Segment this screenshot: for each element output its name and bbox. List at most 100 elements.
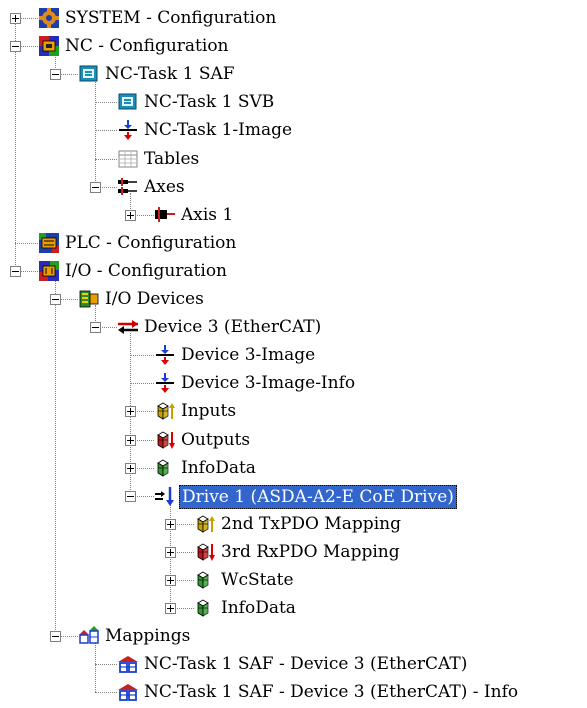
tree-item-label: NC-Task 1 SVB [144, 92, 275, 113]
plc-config-icon [38, 232, 60, 254]
tree-item-outputs[interactable]: Outputs [0, 427, 587, 453]
nc-config-icon [38, 35, 60, 57]
collapse-icon[interactable] [10, 265, 21, 277]
task-icon [78, 63, 100, 85]
tree-item-3rd-rxpdo-mapping[interactable]: 3rd RxPDO Mapping [0, 539, 587, 565]
outputs-icon [154, 429, 176, 451]
expand-icon[interactable] [165, 518, 176, 530]
image-icon [154, 372, 176, 394]
expand-icon[interactable] [125, 462, 136, 474]
tree-item-nc-task-1-saf[interactable]: NC-Task 1 SAF [0, 61, 587, 87]
tree-item-label: Drive 1 (ASDA-A2-E CoE Drive) [179, 484, 457, 509]
outputs-icon-svg [197, 543, 215, 561]
tree-item-label: Device 3-Image [181, 345, 316, 366]
inputs-icon [194, 513, 216, 535]
task-icon-svg [118, 93, 137, 110]
tree-item-label: NC-Task 1 SAF [105, 64, 235, 85]
collapse-icon[interactable] [125, 490, 136, 502]
image-icon-svg [156, 345, 174, 366]
tree-item-label: I/O Devices [105, 289, 204, 309]
collapse-icon[interactable] [10, 41, 21, 53]
tree-item-label: NC-Task 1 SAF - Device 3 (EtherCAT) [144, 654, 468, 675]
mappings-icon-svg [79, 626, 99, 644]
drive-icon-svg [155, 486, 174, 506]
expand-icon[interactable] [10, 13, 21, 24]
expand-icon[interactable] [165, 575, 176, 586]
image-icon [117, 119, 139, 141]
axis-icon-svg [155, 206, 175, 222]
tree-item-drive-1-asda-a2-e-coe-drive[interactable]: Drive 1 (ASDA-A2-E CoE Drive) [0, 483, 587, 509]
inputs-icon-svg [197, 515, 215, 533]
task-icon [117, 91, 139, 113]
collapse-icon[interactable] [50, 294, 61, 305]
tree-item-i-o-configuration[interactable]: I/O - Configuration [0, 258, 587, 284]
tree-item-axis-1[interactable]: Axis 1 [0, 202, 587, 228]
tree-item-device-3-image-info[interactable]: Device 3-Image-Info [0, 370, 587, 396]
mappings-icon [78, 625, 100, 647]
tree-item-nc-task-1-image[interactable]: NC-Task 1-Image [0, 117, 587, 143]
infodata-icon [194, 597, 216, 619]
outputs-icon [194, 541, 216, 563]
image-icon-svg [119, 120, 137, 141]
collapse-icon[interactable] [50, 69, 61, 81]
tree-item-nc-task-1-saf-device-3-ethercat-info[interactable]: NC-Task 1 SAF - Device 3 (EtherCAT) - In… [0, 679, 587, 705]
tree-item-label: 3rd RxPDO Mapping [221, 541, 400, 562]
tree-item-label: WcState [221, 570, 294, 590]
inputs-icon-svg [157, 402, 175, 421]
ethercat-device-icon-svg [118, 320, 138, 335]
tree-item-i-o-devices[interactable]: I/O Devices [0, 286, 587, 312]
axis-icon [154, 204, 176, 226]
mapping-icon [117, 681, 139, 703]
tree-item-label: I/O - Configuration [65, 260, 228, 281]
tree-item-label: Axes [144, 176, 185, 197]
tree-item-label: InfoData [181, 457, 256, 478]
tree-item-infodata[interactable]: InfoData [0, 595, 587, 621]
image-icon [154, 344, 176, 366]
io-devices-icon [78, 288, 100, 310]
tree-view: SYSTEM - Configuration NC - Configuratio… [0, 0, 587, 703]
mapping-icon [117, 653, 139, 675]
plc-config-icon-svg [39, 232, 59, 253]
image-icon-svg [156, 373, 174, 394]
inputs-icon [154, 400, 176, 422]
collapse-icon[interactable] [90, 322, 101, 334]
tree-item-label: NC-Task 1 SAF - Device 3 (EtherCAT) - In… [144, 682, 519, 703]
expand-icon[interactable] [165, 546, 176, 558]
tree-item-device-3-image[interactable]: Device 3-Image [0, 342, 587, 368]
mapping-icon-svg [118, 684, 138, 702]
collapse-icon[interactable] [50, 631, 61, 643]
io-config-icon [38, 260, 60, 282]
tree-item-label: SYSTEM - Configuration [65, 8, 277, 28]
tree-item-nc-task-1-svb[interactable]: NC-Task 1 SVB [0, 89, 587, 115]
tree-item-label: PLC - Configuration [65, 232, 237, 253]
axes-icon-svg [118, 177, 137, 195]
infodata-icon [194, 569, 216, 591]
tree-item-inputs[interactable]: Inputs [0, 398, 587, 424]
tree-item-mappings[interactable]: Mappings [0, 623, 587, 649]
mapping-icon-svg [118, 656, 138, 674]
tree-item-system-configuration[interactable]: SYSTEM - Configuration [0, 5, 587, 31]
tree-item-label: Outputs [181, 429, 251, 450]
tree-item-label: 2nd TxPDO Mapping [221, 513, 401, 534]
tree-item-label: Axis 1 [181, 204, 234, 225]
tree-item-infodata[interactable]: InfoData [0, 455, 587, 481]
tree-item-plc-configuration[interactable]: PLC - Configuration [0, 230, 587, 256]
tree-item-nc-configuration[interactable]: NC - Configuration [0, 33, 587, 59]
expand-icon[interactable] [125, 434, 136, 446]
system-config-icon [38, 7, 60, 29]
tree-item-wcstate[interactable]: WcState [0, 567, 587, 593]
tree-item-axes[interactable]: Axes [0, 174, 587, 200]
collapse-icon[interactable] [90, 181, 101, 193]
table-icon [117, 148, 139, 170]
tree-item-2nd-txpdo-mapping[interactable]: 2nd TxPDO Mapping [0, 511, 587, 537]
nc-config-icon-svg [39, 36, 59, 57]
task-icon-svg [79, 65, 98, 82]
tree-item-label: Inputs [181, 401, 237, 422]
tree-item-tables[interactable]: Tables [0, 146, 587, 172]
tree-item-device-3-ethercat[interactable]: Device 3 (EtherCAT) [0, 314, 587, 340]
expand-icon[interactable] [125, 406, 136, 418]
expand-icon[interactable] [125, 209, 136, 221]
outputs-icon-svg [157, 431, 175, 449]
expand-icon[interactable] [165, 603, 176, 615]
tree-item-nc-task-1-saf-device-3-ethercat[interactable]: NC-Task 1 SAF - Device 3 (EtherCAT) [0, 651, 587, 677]
